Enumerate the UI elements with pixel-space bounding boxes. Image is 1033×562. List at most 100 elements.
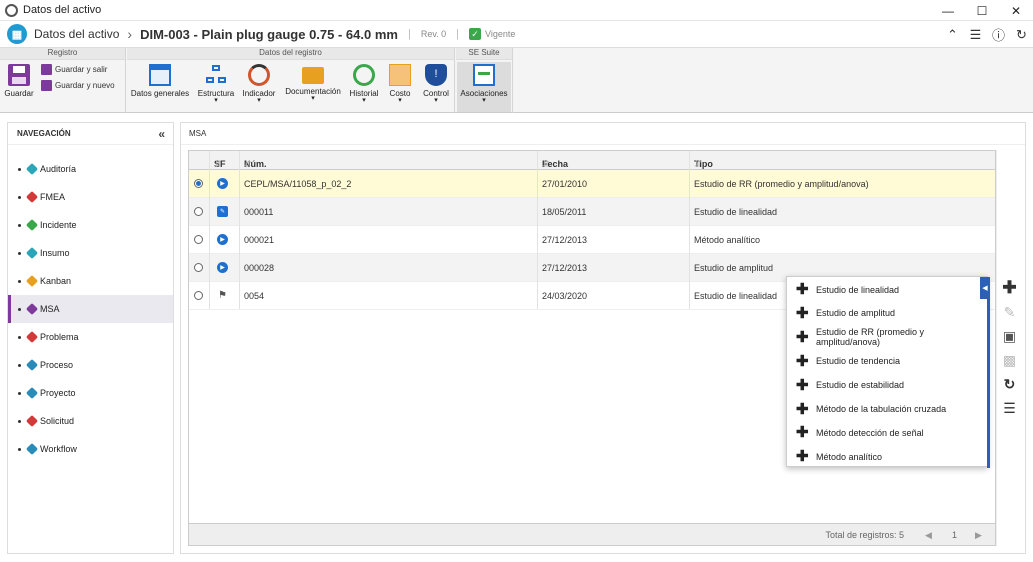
- menu-item[interactable]: ✚ Estudio de estabilidad: [787, 374, 985, 397]
- save-exit-icon: [41, 64, 52, 75]
- sidebar-item[interactable]: Problema: [8, 323, 173, 351]
- ribbon-group-title: Datos del registro: [127, 48, 454, 60]
- sidebar-item[interactable]: Insumo: [8, 239, 173, 267]
- sidebar-item[interactable]: FMEA: [8, 183, 173, 211]
- control-button[interactable]: ! Control ▾: [419, 62, 453, 112]
- dropdown-arrow-icon: ▾: [434, 97, 438, 104]
- row-radio[interactable]: [194, 235, 203, 244]
- grid-footer: Total de registros: 5 ◀ 1 ▶: [189, 523, 995, 545]
- general-data-button[interactable]: Datos generales: [130, 62, 190, 112]
- sidebar-item[interactable]: Solicitud: [8, 407, 173, 435]
- minimize-button[interactable]: —: [931, 0, 965, 21]
- save-label: Guardar: [4, 89, 34, 98]
- menu-item[interactable]: ✚ Método de la tabulación cruzada: [787, 398, 985, 421]
- shield-icon: !: [425, 64, 447, 86]
- asset-module-icon: ▦: [7, 24, 27, 44]
- save-button[interactable]: Guardar: [4, 62, 34, 112]
- sidebar-item[interactable]: Proyecto: [8, 379, 173, 407]
- view-icon[interactable]: ▣: [997, 328, 1022, 345]
- sidebar-item-label: Proceso: [40, 360, 74, 370]
- plus-icon: ✚: [796, 304, 809, 322]
- help-icon[interactable]: ⓘ: [987, 25, 1010, 44]
- collapse-up-icon[interactable]: ⌃: [941, 27, 964, 43]
- table-row[interactable]: ▶ 000021 27/12/2013 Método analítico: [189, 226, 995, 254]
- plus-icon: ✚: [796, 376, 809, 394]
- row-radio[interactable]: [194, 207, 203, 216]
- indicator-button[interactable]: Indicador ▾: [239, 62, 279, 112]
- separator: |: [407, 28, 411, 40]
- documentation-button[interactable]: Documentación ▾: [282, 62, 344, 112]
- cost-button[interactable]: Costo ▾: [385, 62, 415, 112]
- menu-item-label: Estudio de linealidad: [816, 284, 900, 295]
- sidebar-header: NAVEGACIÓN «: [8, 123, 173, 145]
- dropdown-arrow-icon: ▾: [311, 95, 315, 102]
- plus-icon: ✚: [796, 352, 809, 370]
- row-radio[interactable]: [194, 179, 203, 188]
- save-new-label: Guardar y nuevo: [55, 81, 115, 90]
- associations-icon: [473, 64, 495, 86]
- play-icon: ▶: [217, 178, 228, 189]
- cell-fecha: 24/03/2020: [542, 291, 588, 301]
- sidebar-item[interactable]: Proceso: [8, 351, 173, 379]
- save-exit-button[interactable]: Guardar y salir: [41, 64, 107, 75]
- refresh-icon[interactable]: ↻: [997, 376, 1022, 393]
- plus-icon: ✚: [796, 281, 809, 298]
- table-row[interactable]: ✎ 000011 18/05/2011 Estudio de linealidad: [189, 198, 995, 226]
- sidebar-item-label: Insumo: [40, 248, 70, 258]
- cell-fecha: 27/01/2010: [542, 179, 588, 189]
- edit-icon[interactable]: ✎: [997, 304, 1022, 321]
- collapse-left-icon[interactable]: «: [158, 127, 165, 141]
- menu-item[interactable]: ✚ Método detección de señal: [787, 421, 985, 444]
- cell-num: CEPL/MSA/11058_p_02_2: [244, 179, 352, 189]
- menu-item-label: Estudio de RR (promedio y amplitud/anova…: [816, 327, 925, 348]
- cell-tipo: Estudio de RR (promedio y amplitud/anova…: [694, 179, 869, 189]
- menu-item[interactable]: ✚ Estudio de amplitud: [787, 302, 985, 325]
- table-row[interactable]: ▶ CEPL/MSA/11058_p_02_2 27/01/2010 Estudio …: [189, 170, 995, 198]
- associations-button[interactable]: Asociaciones ▾: [457, 62, 511, 112]
- bullet: [18, 447, 21, 451]
- history-icon: [353, 64, 375, 86]
- history-button[interactable]: Historial ▾: [346, 62, 382, 112]
- refresh-icon[interactable]: ↻: [1010, 27, 1033, 43]
- bullet: [18, 223, 21, 227]
- chart-icon[interactable]: ▩: [997, 352, 1022, 369]
- bullet: [18, 251, 21, 255]
- next-page-button[interactable]: ▶: [975, 530, 982, 541]
- menu-item[interactable]: ✚ Estudio de RR (promedio y amplitud/anov…: [787, 326, 985, 349]
- sidebar-item[interactable]: MSA: [8, 295, 173, 323]
- module-icon: [25, 330, 39, 344]
- menu-item[interactable]: ✚ Estudio de linealidad: [787, 278, 985, 301]
- cell-num: 000028: [244, 263, 275, 273]
- total-records: Total de registros: 5: [825, 530, 904, 540]
- close-button[interactable]: ✕: [999, 0, 1033, 21]
- cell-tipo: Estudio de amplitud: [694, 263, 774, 273]
- module-icon: [25, 162, 39, 176]
- plus-icon: ✚: [796, 400, 809, 418]
- list-options-icon[interactable]: ☰: [997, 400, 1022, 417]
- list-menu-icon[interactable]: ☰: [964, 27, 987, 43]
- menu-item[interactable]: ✚ Método analítico: [787, 445, 985, 468]
- row-radio[interactable]: [194, 263, 203, 272]
- menu-item[interactable]: ✚ Estudio de tendencia: [787, 350, 985, 373]
- cell-tipo: Estudio de linealidad: [694, 207, 778, 217]
- gauge-icon: [248, 64, 270, 86]
- save-new-button[interactable]: Guardar y nuevo: [41, 80, 115, 91]
- sidebar-item[interactable]: Kanban: [8, 267, 173, 295]
- add-icon[interactable]: ✚: [997, 278, 1022, 298]
- maximize-button[interactable]: ☐: [965, 0, 999, 21]
- structure-button[interactable]: Estructura ▾: [195, 62, 237, 112]
- menu-accent-bar: [987, 277, 990, 468]
- module-breadcrumb[interactable]: Datos del activo: [34, 27, 119, 41]
- prev-page-button[interactable]: ◀: [925, 530, 932, 541]
- menu-item-label: Método de la tabulación cruzada: [816, 404, 947, 414]
- general-data-label: Datos generales: [130, 89, 190, 98]
- sidebar-item[interactable]: Incidente: [8, 211, 173, 239]
- ribbon-group-suite: SE Suite Asociaciones ▾: [456, 48, 513, 113]
- cell-tipo: Método analítico: [694, 235, 761, 245]
- ribbon-group-datos: Datos del registro Datos generales Estru…: [127, 48, 455, 113]
- row-radio[interactable]: [194, 291, 203, 300]
- sidebar-item[interactable]: Auditoría: [8, 155, 173, 183]
- cell-num: 0054: [244, 291, 265, 301]
- sidebar-item[interactable]: Workflow: [8, 435, 173, 463]
- ribbon-group-registro: Registro Guardar Guardar y salir Guardar…: [0, 48, 126, 113]
